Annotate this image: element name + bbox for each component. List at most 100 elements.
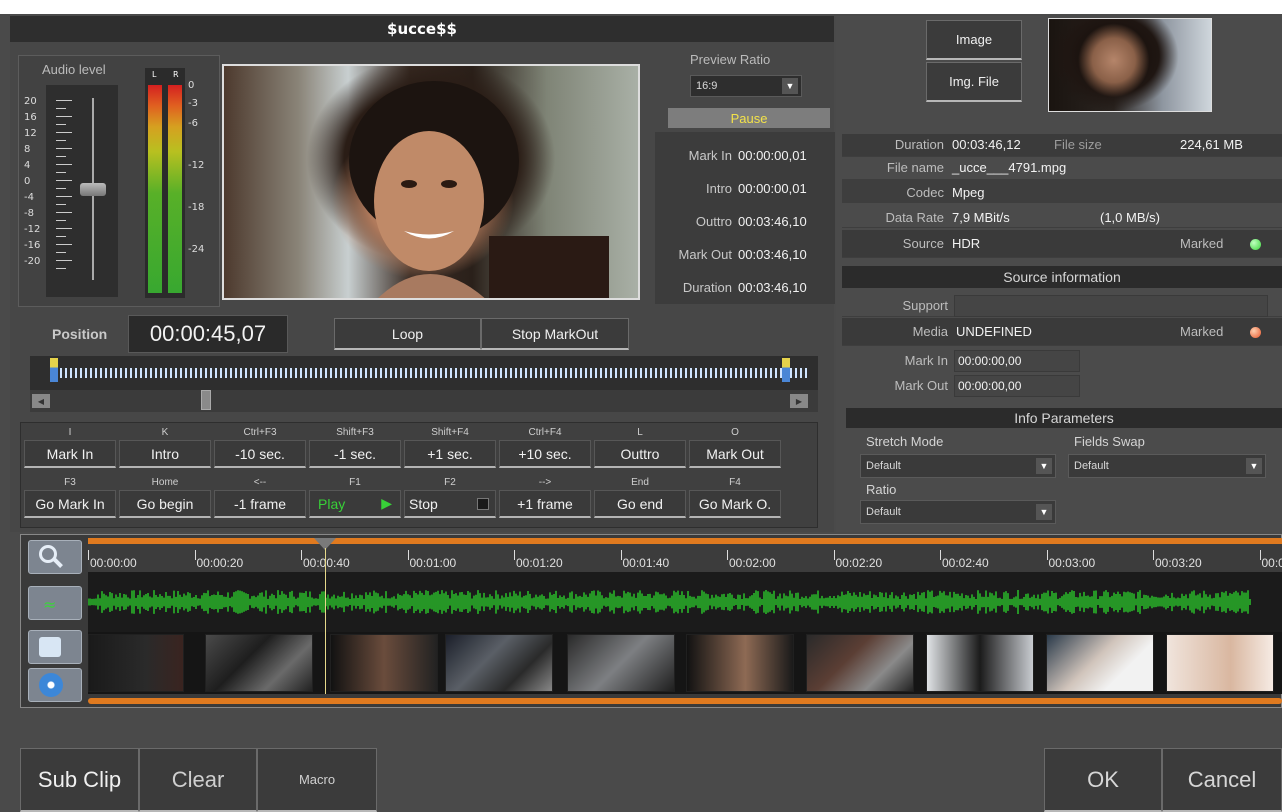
stop-markout-button[interactable]: Stop MarkOut xyxy=(481,318,629,350)
audio-level-label: Audio level xyxy=(42,62,106,77)
timeline-tick-label: 00:00:20 xyxy=(196,556,244,570)
timeline-ruler[interactable]: 00:00:00 00:00:20 00:00:40 00:01:00 00:01:20… xyxy=(88,544,1282,572)
10-sec-button[interactable]: -10 sec. xyxy=(214,440,306,468)
timeline-tick-label: 00:01:20 xyxy=(516,556,563,570)
position-scrollbar[interactable]: ◀ ▶ xyxy=(30,390,818,412)
img-file-button[interactable]: Img. File xyxy=(926,62,1022,102)
timeline-tick xyxy=(1046,550,1048,560)
shortcut-key-label: F3 xyxy=(64,477,76,488)
1-sec-button[interactable]: +1 sec. xyxy=(404,440,496,468)
fader-tick xyxy=(56,172,66,173)
mark-label: Mark Out xyxy=(678,247,732,262)
intro-button[interactable]: Intro xyxy=(119,440,211,468)
filename-value: _ucce___4791.mpg xyxy=(952,160,1067,175)
duration-label: Duration xyxy=(894,137,944,152)
macro-button[interactable]: Macro xyxy=(257,748,377,812)
shortcut-key-label: End xyxy=(631,477,649,488)
datarate-extra: (1,0 MB/s) xyxy=(1100,210,1160,225)
ok-button[interactable]: OK xyxy=(1044,748,1162,812)
go-end-button[interactable]: Go end xyxy=(594,490,686,518)
source-label: Source xyxy=(902,236,944,251)
fader-tick xyxy=(56,132,72,133)
fader-tick xyxy=(56,212,72,213)
stretch-mode-label: Stretch Mode xyxy=(866,434,944,449)
mark-in-marker[interactable] xyxy=(50,358,58,382)
stretch-mode-select[interactable]: Default ▼ xyxy=(860,454,1056,478)
preview-ratio-select[interactable]: 16:9 ▼ xyxy=(690,75,802,97)
scroll-thumb[interactable] xyxy=(200,390,211,410)
timeline-tick-label: 00:00:40 xyxy=(303,556,350,570)
video-frame-thumbnail xyxy=(1166,634,1274,692)
key-row2-cell: F2 Stop xyxy=(404,476,496,518)
play-icon: ▶ xyxy=(381,495,392,511)
video-preview[interactable] xyxy=(222,64,640,300)
datarate-label: Data Rate xyxy=(885,210,944,225)
fields-swap-select[interactable]: Default ▼ xyxy=(1068,454,1266,478)
image-button[interactable]: Image xyxy=(926,20,1022,60)
mark-out-button[interactable]: Mark Out xyxy=(689,440,781,468)
scrub-ruler-ticks xyxy=(50,368,810,378)
timeline-tick-label: 00:02:00 xyxy=(729,556,776,570)
audio-scale-right-tick: 0 xyxy=(188,80,195,91)
fader-tick xyxy=(56,228,72,229)
clear-button[interactable]: Clear xyxy=(139,748,257,812)
cancel-button[interactable]: Cancel xyxy=(1162,748,1282,812)
source-markin-value: 00:00:00,00 xyxy=(958,354,1022,368)
timeline-bottom-bar xyxy=(88,698,1282,704)
thumbnail-image xyxy=(1048,18,1212,112)
go-mark-in-button[interactable]: Go Mark In xyxy=(24,490,116,518)
scroll-left-arrow-icon[interactable]: ◀ xyxy=(32,394,50,408)
audio-scale-left-tick: -12 xyxy=(24,224,41,235)
top-margin xyxy=(0,0,1282,14)
10-sec-button[interactable]: +10 sec. xyxy=(499,440,591,468)
audio-fader-handle[interactable] xyxy=(80,183,106,196)
position-value: 00:00:45,07 xyxy=(149,321,267,346)
source-value: HDR xyxy=(952,236,981,251)
media-value: UNDEFINED xyxy=(956,324,1032,339)
timeline-tick xyxy=(407,550,409,560)
mark-in-button[interactable]: Mark In xyxy=(24,440,116,468)
1-frame-button[interactable]: +1 frame xyxy=(499,490,591,518)
key-row1-cell: Ctrl+F4 +10 sec. xyxy=(499,426,591,468)
video-track-button[interactable] xyxy=(28,630,82,664)
timeline-tick-label: 00:03 xyxy=(1261,556,1282,570)
go-begin-button[interactable]: Go begin xyxy=(119,490,211,518)
1-frame-button[interactable]: -1 frame xyxy=(214,490,306,518)
media-marked-label: Marked xyxy=(1180,324,1224,339)
fader-tick xyxy=(56,100,72,101)
disc-button[interactable] xyxy=(28,668,82,702)
scrub-ruler[interactable] xyxy=(30,356,818,390)
key-row1-cell: Shift+F4 +1 sec. xyxy=(404,426,496,468)
stop-button[interactable]: Stop xyxy=(404,490,496,518)
source-information-header: Source information xyxy=(842,266,1282,288)
go-mark-o-button[interactable]: Go Mark O. xyxy=(689,490,781,518)
shortcut-key-label: --> xyxy=(538,477,552,488)
key-row2-cell: --> +1 frame xyxy=(499,476,591,518)
outtro-button[interactable]: Outtro xyxy=(594,440,686,468)
chevron-down-icon: ▼ xyxy=(782,78,798,94)
ratio-select[interactable]: Default ▼ xyxy=(860,500,1056,524)
mark-value: 00:00:00,01 xyxy=(738,148,807,163)
1-sec-button[interactable]: -1 sec. xyxy=(309,440,401,468)
mark-out-marker[interactable] xyxy=(782,358,790,382)
audio-track-button[interactable]: ≈ xyxy=(28,586,82,620)
preview-ratio-label: Preview Ratio xyxy=(690,52,771,67)
film-reel-icon xyxy=(39,637,61,657)
zoom-button[interactable] xyxy=(28,540,82,574)
playhead-line xyxy=(324,548,326,694)
filename-label: File name xyxy=(886,160,944,175)
fader-tick xyxy=(56,236,66,237)
support-field[interactable] xyxy=(954,295,1268,317)
video-frame-thumbnail xyxy=(205,634,313,692)
scroll-right-arrow-icon[interactable]: ▶ xyxy=(790,394,808,408)
shortcut-key-label: K xyxy=(161,427,169,438)
fader-tick xyxy=(56,188,66,189)
loop-button[interactable]: Loop xyxy=(334,318,481,350)
mark-value: 00:00:00,01 xyxy=(738,181,807,196)
timeline-tick xyxy=(620,550,622,560)
fader-tick xyxy=(56,140,66,141)
vu-meter-right xyxy=(168,85,182,293)
play-button[interactable]: Play ▶ xyxy=(309,490,401,518)
mark-label: Duration xyxy=(682,280,732,295)
sub-clip-button[interactable]: Sub Clip xyxy=(20,748,139,812)
